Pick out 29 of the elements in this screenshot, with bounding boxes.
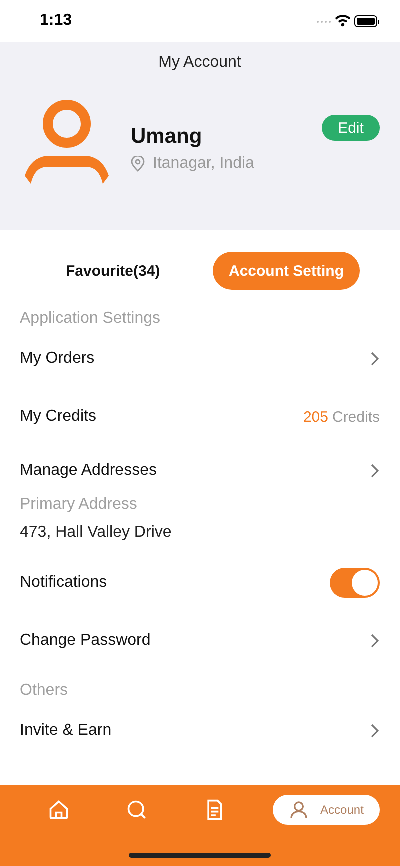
section-heading: Others <box>20 681 70 701</box>
chevron-right-icon <box>370 723 380 739</box>
toggle-switch[interactable] <box>330 568 380 598</box>
status-time: 1:13 <box>40 12 72 30</box>
chevron-right-icon <box>370 463 380 479</box>
person-icon <box>288 800 309 820</box>
wifi-icon <box>335 15 351 27</box>
battery-icon <box>354 16 380 28</box>
tab[interactable]: Favourite(34) <box>50 252 176 290</box>
settings-item[interactable]: Manage Addresses <box>20 462 157 480</box>
search-icon <box>126 799 148 821</box>
address-text: 473, Hall Valley Drive <box>20 524 173 542</box>
settings-item[interactable]: Change Password <box>20 632 151 650</box>
address-caption: Primary Address <box>20 496 138 514</box>
location-pin-icon <box>131 156 145 172</box>
settings-item[interactable]: My Credits <box>20 408 96 426</box>
avatar-icon <box>25 100 109 184</box>
chevron-right-icon <box>370 633 380 649</box>
chevron-right-icon <box>370 351 380 367</box>
section-heading: Application Settings <box>20 309 162 329</box>
home-icon <box>48 799 70 821</box>
user-name: Umang <box>131 125 204 149</box>
credits-unit: Credits <box>332 408 380 426</box>
settings-item[interactable]: My Orders <box>20 350 95 368</box>
page-title: My Account <box>158 54 242 72</box>
settings-item[interactable]: Invite & Earn <box>20 722 112 740</box>
settings-item: Notifications <box>20 574 108 592</box>
credits-count: 205 <box>303 408 328 426</box>
user-location: Itanagar, India <box>153 155 254 173</box>
